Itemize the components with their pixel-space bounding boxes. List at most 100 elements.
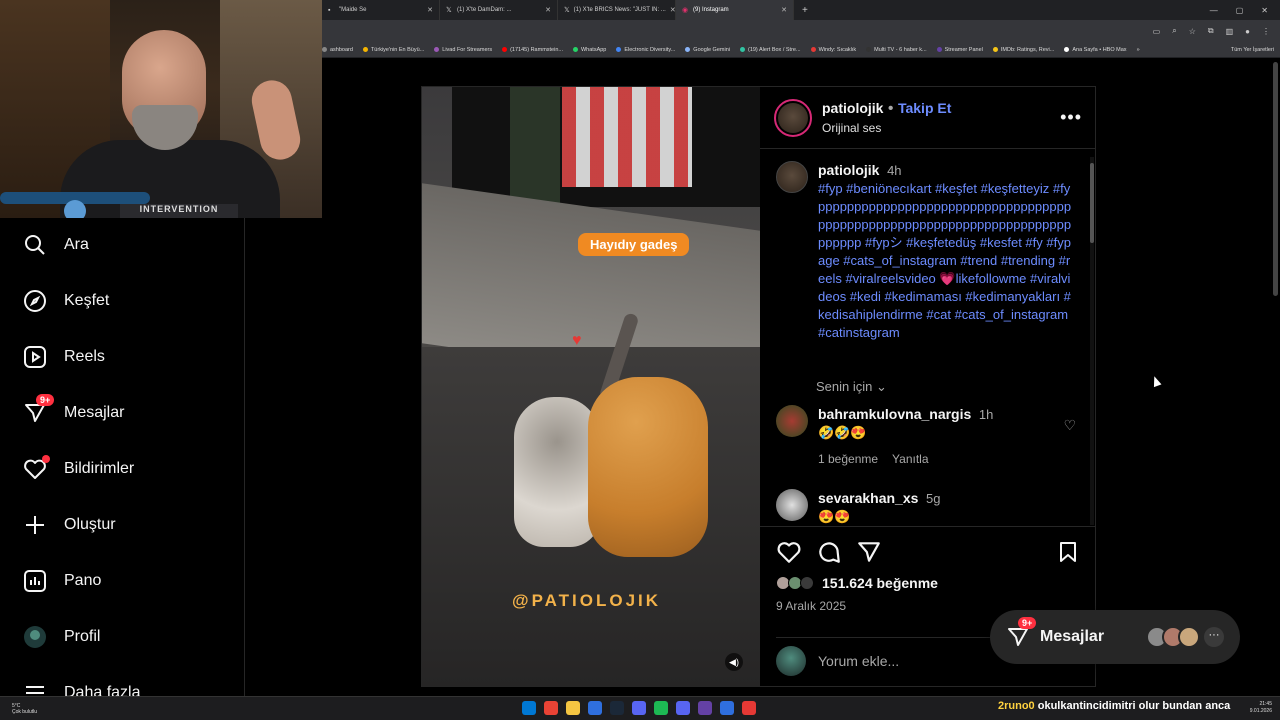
extensions-icon[interactable]: ⧉ [1208, 26, 1214, 36]
speaker-icon[interactable]: ◀) [725, 653, 743, 671]
taskbar-app-icon[interactable] [632, 701, 646, 715]
minimize-icon[interactable]: — [1210, 6, 1218, 15]
browser-tab[interactable]: ▪ "Maide Se ✕ [322, 0, 440, 20]
caption-username[interactable]: patiolojik [818, 162, 879, 178]
bookmark-favicon-icon [572, 47, 578, 52]
messages-floating-button[interactable]: 9+ Mesajlar ··· [990, 610, 1240, 664]
bookmark-item[interactable]: ashboard [322, 47, 353, 53]
maximize-icon[interactable]: ▢ [1236, 6, 1244, 15]
bookmark-item[interactable]: WhatsApp [572, 46, 607, 53]
author-username[interactable]: patiolojik [822, 100, 883, 116]
weather-widget[interactable]: 5°C Çok bulutlu [12, 703, 37, 715]
bookmark-label: Ana Sayfa • HBO Max [1072, 46, 1127, 53]
bookmark-icon[interactable] [1056, 539, 1080, 570]
bookmark-favicon-icon [616, 47, 622, 52]
zoom-icon[interactable]: ⌕ [1172, 26, 1176, 36]
window-controls: — ▢ ✕ [1210, 6, 1280, 15]
post-sidebar: patiolojik • Takip Et Orijinal ses ••• p… [760, 87, 1096, 686]
bookmarks-overflow-button[interactable]: » [1137, 47, 1140, 53]
chat-ticker: 2runo0 okulkantincidimitri olur bundan a… [998, 700, 1230, 712]
dashboard-icon [22, 568, 48, 594]
taskbar-app-icon[interactable] [654, 701, 668, 715]
close-window-icon[interactable]: ✕ [1261, 6, 1268, 15]
add-comment-input[interactable]: Yorum ekle... [818, 653, 899, 669]
bookmark-item[interactable]: Multi TV - 6 haber k... [866, 47, 927, 53]
bookmark-favicon-icon [1064, 47, 1070, 52]
comment-icon[interactable] [816, 539, 842, 570]
audio-label[interactable]: Orijinal ses [822, 121, 951, 135]
bookmark-item[interactable]: Electronic Diversity... [616, 47, 675, 53]
profile-icon[interactable]: ● [1245, 27, 1250, 36]
new-tab-button[interactable]: + [794, 5, 816, 16]
bookmark-item[interactable]: Türkiye'nin En Büyü... [362, 47, 424, 53]
share-icon[interactable] [856, 539, 882, 570]
bookmark-item[interactable]: Livad For Streamers [434, 47, 492, 53]
close-icon[interactable]: ✕ [781, 6, 787, 14]
taskbar-app-icon[interactable] [522, 701, 536, 715]
bookmark-favicon-icon [502, 47, 508, 52]
nav-item-notifications[interactable]: Bildirimler [22, 454, 134, 484]
comments-section: patiolojik 4h #fyp #beniönecıkart #keşfe… [760, 149, 1096, 527]
commenter-username[interactable]: sevarakhan_xs [818, 490, 918, 506]
close-icon[interactable]: ✕ [545, 6, 551, 14]
close-icon[interactable]: ✕ [670, 6, 675, 14]
reply-button[interactable]: Yanıtla [892, 450, 928, 468]
menu-icon[interactable]: ⋮ [1262, 27, 1270, 36]
nav-item-reels[interactable]: Reels [22, 342, 105, 372]
commenter-username[interactable]: bahramkulovna_nargis [818, 406, 971, 422]
caption-hashtags[interactable]: #fyp #beniönecıkart #keşfet #keşfetteyiz… [818, 181, 1071, 340]
all-bookmarks-button[interactable]: Tüm Yer İşaretleri [1231, 47, 1280, 53]
bookmark-item[interactable]: (17145) Rammstein... [502, 47, 563, 53]
more-icon[interactable]: ••• [1060, 107, 1082, 128]
comments-scrollbar[interactable] [1090, 157, 1094, 525]
nav-item-explore[interactable]: Keşfet [22, 286, 109, 316]
bookmark-label: WhatsApp [580, 46, 607, 53]
browser-tab[interactable]: 𝕏 (1) X'te DamDam: ... ✕ [440, 0, 558, 20]
taskbar-app-icon[interactable] [698, 701, 712, 715]
bookmark-item[interactable]: Google Gemini [685, 47, 730, 53]
follow-button[interactable]: Takip Et [898, 100, 951, 116]
taskbar-app-icon[interactable] [676, 701, 690, 715]
bookmark-favicon-icon [685, 47, 691, 52]
compass-icon [22, 288, 48, 314]
nav-item-create[interactable]: Oluştur [22, 510, 116, 540]
likes-summary[interactable]: 151.624 beğenme [776, 575, 938, 591]
x-icon: 𝕏 [564, 6, 570, 14]
system-clock[interactable]: 21:45 9.01.2026 [1250, 701, 1272, 715]
bookmark-item[interactable]: Ana Sayfa • HBO Max [1064, 46, 1127, 53]
nav-item-messages[interactable]: 9+ Mesajlar [22, 394, 124, 428]
browser-tab-active[interactable]: ◉ (9) Instagram ✕ [676, 0, 794, 20]
taskbar-app-icon[interactable] [588, 701, 602, 715]
caption-avatar[interactable] [776, 161, 808, 193]
browser-tab[interactable]: 𝕏 (1) X'te BRICS News: "JUST IN: ... ✕ [558, 0, 676, 20]
bookmark-item[interactable]: Windy: Sıcaklık [810, 47, 856, 53]
like-icon[interactable] [776, 539, 802, 570]
taskbar-app-icon[interactable] [610, 701, 624, 715]
taskbar-app-icon[interactable] [720, 701, 734, 715]
commenter-avatar[interactable] [776, 489, 808, 521]
for-you-dropdown[interactable]: Senin için ⌄ [816, 379, 887, 395]
sidebar-icon[interactable]: ▥ [1226, 27, 1234, 36]
star-icon[interactable]: ☆ [1189, 27, 1196, 36]
caption-time: 4h [887, 163, 902, 178]
instagram-sidebar: Ara Keşfet Reels 9+ Mesajlar Bildirimler… [0, 218, 245, 701]
nav-item-profile[interactable]: Profil [22, 622, 100, 652]
bookmark-item[interactable]: (19) Alert Box / Stre... [739, 47, 801, 53]
taskbar-app-icon[interactable] [566, 701, 580, 715]
commenter-avatar[interactable] [776, 405, 808, 437]
cast-icon[interactable]: ▭ [1153, 27, 1161, 36]
nav-item-search[interactable]: Ara [22, 230, 89, 260]
bookmark-item[interactable]: IMDb: Ratings, Revi... [992, 47, 1054, 53]
bookmark-item[interactable]: Streamer Panel [936, 47, 983, 53]
comment-likes[interactable]: 1 beğenme [818, 450, 878, 468]
close-icon[interactable]: ✕ [427, 6, 433, 14]
page-scrollbar[interactable] [1273, 62, 1278, 296]
bookmark-label: (17145) Rammstein... [510, 46, 563, 53]
taskbar-app-icon[interactable] [544, 701, 558, 715]
comment-like-icon[interactable]: ♡ [1063, 417, 1076, 434]
taskbar-app-icon[interactable] [742, 701, 756, 715]
reel-video[interactable]: ♥ Hayıdıy gadeş @PATIOLOJIK ◀) [422, 87, 760, 686]
author-avatar[interactable] [774, 98, 812, 137]
nav-item-dashboard[interactable]: Pano [22, 566, 101, 596]
bookmark-favicon-icon [866, 47, 872, 52]
